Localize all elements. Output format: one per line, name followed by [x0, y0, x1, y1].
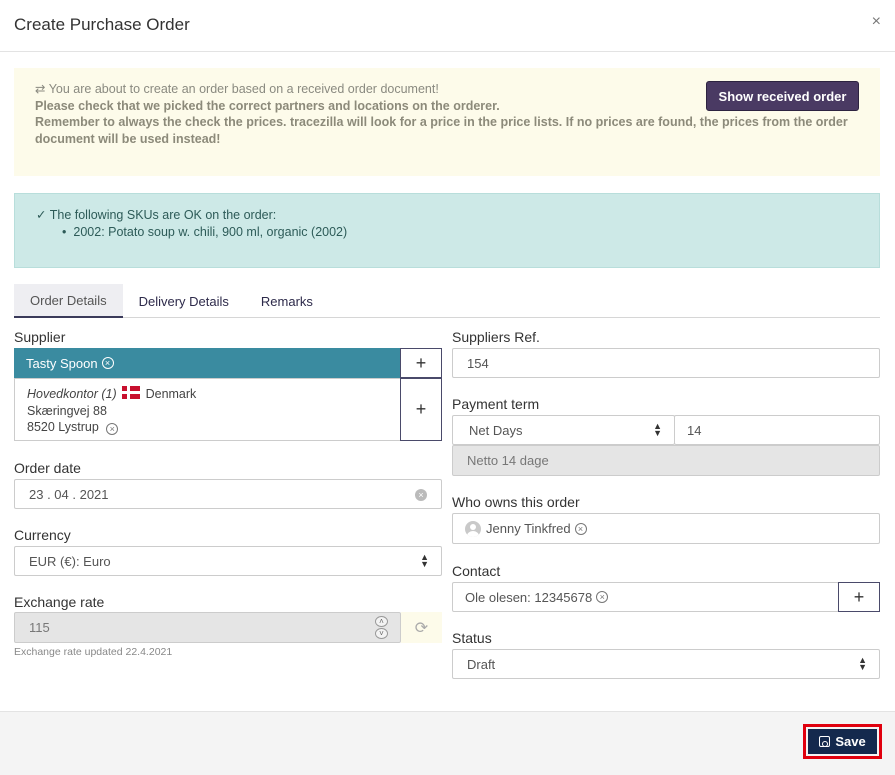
modal-footer: [0, 711, 895, 775]
supplier-value: Tasty Spoon: [26, 355, 98, 371]
number-spinner[interactable]: ˄ ˅: [375, 616, 388, 640]
plus-icon: +: [415, 352, 427, 373]
refresh-icon: ⟳: [414, 619, 429, 637]
plus-icon: +: [853, 586, 865, 607]
add-contact-button[interactable]: +: [838, 582, 880, 612]
owner-select[interactable]: Jenny Tinkfred ×: [452, 513, 880, 544]
exchange-rate-input[interactable]: 115 ˄ ˅: [14, 612, 401, 643]
sort-caret-icon: ▲ ▼: [420, 552, 429, 569]
denmark-flag-icon: [122, 386, 141, 399]
status-label: Status: [452, 630, 492, 646]
remove-owner-icon[interactable]: ×: [574, 522, 587, 535]
location-name: Hovedkontor (1): [27, 387, 117, 401]
remove-contact-icon[interactable]: ×: [596, 591, 609, 603]
sku-ok-title: ✓ The following SKUs are OK on the order…: [36, 208, 277, 222]
order-date-label: Order date: [14, 460, 81, 476]
sku-list: 2002: Potato soup w. chili, 900 ml, orga…: [36, 224, 858, 241]
avatar: [465, 520, 481, 537]
exchange-arrows-icon: ⇄: [35, 82, 46, 96]
payment-term-description: Netto 14 dage: [452, 445, 880, 476]
supplier-select[interactable]: Tasty Spoon ×: [14, 348, 401, 378]
remove-location-icon[interactable]: ×: [106, 423, 119, 435]
tab-order-details[interactable]: Order Details: [14, 284, 123, 318]
plus-icon: +: [415, 399, 427, 419]
add-supplier-button[interactable]: +: [400, 348, 442, 378]
suppliers-ref-label: Suppliers Ref.: [452, 329, 540, 345]
save-button[interactable]: Save: [808, 729, 877, 754]
currency-select[interactable]: EUR (€): Euro ▲ ▼: [14, 546, 442, 576]
sort-caret-icon: ▲ ▼: [653, 421, 662, 438]
status-select[interactable]: Draft ▲ ▼: [452, 649, 880, 679]
close-icon[interactable]: ×: [872, 13, 881, 31]
currency-label: Currency: [14, 527, 71, 543]
check-icon: ✓: [36, 208, 47, 222]
tab-delivery-details[interactable]: Delivery Details: [123, 284, 245, 318]
exchange-rate-label: Exchange rate: [14, 594, 105, 610]
modal-title: Create Purchase Order: [14, 15, 190, 34]
tab-bar: Order Details Delivery Details Remarks: [14, 284, 880, 318]
payment-days-input[interactable]: 14: [674, 415, 880, 445]
tab-remarks[interactable]: Remarks: [245, 284, 329, 318]
list-item: 2002: Potato soup w. chili, 900 ml, orga…: [62, 224, 858, 241]
payment-term-type-select[interactable]: Net Days ▲ ▼: [452, 415, 675, 445]
sort-caret-icon: ▲ ▼: [858, 655, 867, 672]
location-street: Skæringvej 88: [27, 403, 107, 418]
refresh-rate-button[interactable]: ⟳: [401, 612, 442, 643]
clear-date-icon[interactable]: ×: [415, 489, 427, 501]
owner-label: Who owns this order: [452, 494, 580, 510]
contact-label: Contact: [452, 563, 501, 579]
order-date-input[interactable]: 23 . 04 . 2021 ×: [14, 479, 442, 509]
suppliers-ref-input[interactable]: 154: [452, 348, 880, 378]
save-icon: [819, 736, 831, 747]
show-received-order-button[interactable]: Show received order: [706, 81, 859, 111]
supplier-location[interactable]: Hovedkontor (1) Denmark Skæringvej 88 85…: [14, 378, 401, 441]
notice-line-3: Remember to always the check the prices.…: [35, 115, 848, 146]
increment-icon[interactable]: ˄: [375, 616, 388, 627]
sku-ok-alert: ✓ The following SKUs are OK on the order…: [14, 193, 880, 268]
decrement-icon[interactable]: ˅: [375, 628, 388, 639]
contact-select[interactable]: Ole olesen: 12345678 ×: [452, 582, 839, 612]
payment-term-label: Payment term: [452, 396, 540, 412]
add-location-button[interactable]: +: [400, 378, 442, 441]
modal-header: Create Purchase Order ×: [0, 0, 895, 52]
exchange-rate-note: Exchange rate updated 22.4.2021: [14, 646, 173, 658]
location-city: 8520 Lystrup: [27, 420, 99, 434]
save-button-highlight: Save: [803, 724, 882, 759]
received-order-notice: ⇄ You are about to create an order based…: [14, 68, 880, 176]
location-country: Denmark: [145, 387, 197, 401]
supplier-label: Supplier: [14, 329, 66, 345]
remove-supplier-icon[interactable]: ×: [101, 357, 114, 369]
